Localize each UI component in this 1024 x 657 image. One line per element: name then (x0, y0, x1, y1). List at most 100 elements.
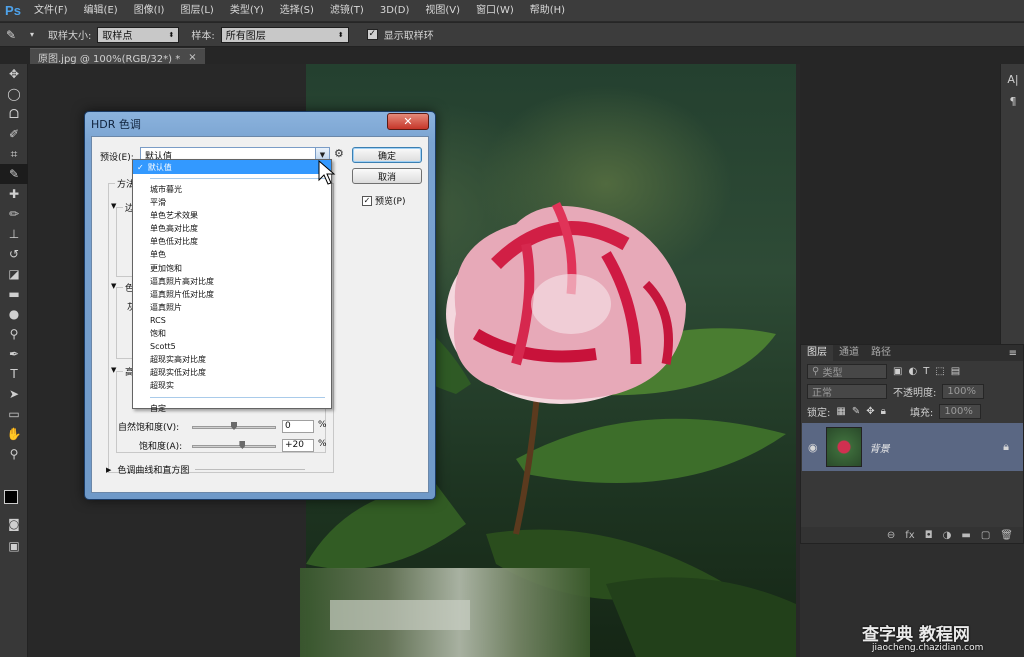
preset-option[interactable]: 单色高对比度 (133, 222, 331, 235)
opacity-field[interactable]: 100% (942, 383, 985, 399)
document-tab[interactable]: 原图.jpg @ 100%(RGB/32*) * × (30, 48, 205, 65)
menu-3d[interactable]: 3D(D) (372, 0, 418, 22)
lock-position-icon[interactable]: ✥ (866, 406, 874, 417)
brush-tool-icon[interactable]: ✏ (0, 204, 28, 224)
fx-icon[interactable]: fx (905, 530, 914, 541)
menu-filter[interactable]: 滤镜(T) (322, 0, 372, 22)
saturation-field[interactable]: +20 (282, 439, 314, 452)
menu-window[interactable]: 窗口(W) (468, 0, 522, 22)
type-tool-icon[interactable]: T (0, 364, 28, 384)
chevron-down-icon[interactable]: ▼ (111, 366, 116, 374)
blend-mode-select[interactable]: 正常 (807, 383, 887, 399)
preset-option[interactable]: 城市暮光 (133, 183, 331, 196)
delete-layer-icon[interactable]: 🗑︎ (1000, 530, 1013, 541)
eyedropper-icon[interactable]: ✎ (6, 28, 24, 42)
layer-row-background[interactable]: ◉ 背景 🔒︎ (802, 423, 1023, 471)
zoom-tool-icon[interactable]: ⚲ (0, 444, 28, 464)
menu-layer[interactable]: 图层(L) (172, 0, 221, 22)
visibility-eye-icon[interactable]: ◉ (808, 441, 818, 454)
ok-button[interactable]: 确定 (352, 147, 422, 163)
preset-option-custom[interactable]: 自定 (133, 402, 331, 415)
preset-option[interactable]: 单色低对比度 (133, 235, 331, 248)
clone-stamp-tool-icon[interactable]: ⊥ (0, 224, 28, 244)
crop-tool-icon[interactable]: ⌗ (0, 144, 28, 164)
tab-paths[interactable]: 路径 (865, 345, 897, 361)
lasso-tool-icon[interactable]: ᗝ (0, 104, 28, 124)
preset-option[interactable]: 超现实高对比度 (133, 353, 331, 366)
preset-option[interactable]: 超现实低对比度 (133, 366, 331, 379)
menu-view[interactable]: 视图(V) (417, 0, 468, 22)
adjustment-layer-icon[interactable]: ◑ (943, 530, 952, 541)
add-mask-icon[interactable]: ◘ (925, 530, 933, 541)
eyedropper-tool-icon[interactable]: ✎ (0, 164, 28, 184)
new-group-icon[interactable]: ▬ (961, 530, 970, 541)
shape-filter-icon[interactable]: ⬚ (935, 366, 944, 377)
preview-checkbox[interactable]: ✓ (362, 195, 372, 206)
preset-option[interactable]: 超现实 (133, 379, 331, 392)
tab-channels[interactable]: 通道 (833, 345, 865, 361)
preset-option-selected[interactable]: ✓ 默认值 (133, 160, 331, 174)
menu-image[interactable]: 图像(I) (126, 0, 173, 22)
preset-option[interactable]: 平滑 (133, 196, 331, 209)
character-panel-icon[interactable]: A| (1001, 68, 1024, 90)
screen-mode-icon[interactable]: ▣ (0, 536, 28, 556)
dodge-tool-icon[interactable]: ⚲ (0, 324, 28, 344)
pen-tool-icon[interactable]: ✒ (0, 344, 28, 364)
preset-option[interactable]: 逼真照片高对比度 (133, 275, 331, 288)
preset-option[interactable]: Scott5 (133, 340, 331, 353)
chevron-right-icon[interactable]: ▶ (106, 466, 111, 474)
preset-option[interactable]: 逼真照片低对比度 (133, 288, 331, 301)
move-tool-icon[interactable]: ✥ (0, 64, 28, 84)
close-button[interactable]: ✕ (387, 113, 429, 130)
fill-field[interactable]: 100% (939, 403, 982, 419)
menu-select[interactable]: 选择(S) (272, 0, 322, 22)
layer-kind-filter[interactable]: ⚲ 类型 (807, 363, 887, 379)
preset-option[interactable]: 更加饱和 (133, 262, 331, 275)
preset-option[interactable]: 单色 (133, 248, 331, 261)
healing-brush-tool-icon[interactable]: ✚ (0, 184, 28, 204)
saturation-track[interactable] (192, 445, 276, 448)
lock-transparent-icon[interactable]: ▦ (836, 406, 845, 417)
pixel-filter-icon[interactable]: ▣ (893, 366, 902, 377)
path-select-tool-icon[interactable]: ➤ (0, 384, 28, 404)
adjustment-filter-icon[interactable]: ◐ (908, 366, 917, 377)
vibrance-field[interactable]: 0 (282, 420, 314, 433)
lock-all-icon[interactable]: 🔒︎ (881, 406, 886, 417)
menu-file[interactable]: 文件(F) (26, 0, 76, 22)
menu-edit[interactable]: 编辑(E) (76, 0, 126, 22)
history-brush-tool-icon[interactable]: ↺ (0, 244, 28, 264)
preset-option[interactable]: 单色艺术效果 (133, 209, 331, 222)
type-filter-icon[interactable]: T (923, 366, 929, 377)
show-ring-checkbox[interactable]: ✓ (366, 29, 378, 40)
chevron-down-icon[interactable]: ▼ (111, 202, 116, 210)
marquee-tool-icon[interactable]: ◯ (0, 84, 28, 104)
cancel-button[interactable]: 取消 (352, 168, 422, 184)
new-layer-icon[interactable]: ▢ (981, 530, 990, 541)
quick-select-tool-icon[interactable]: ✐ (0, 124, 28, 144)
quick-mask-icon[interactable]: ◙ (0, 514, 28, 534)
sample-size-select[interactable]: 取样点 ⬍ (97, 26, 180, 43)
sample-select[interactable]: 所有图层 ⬍ (220, 26, 349, 43)
tool-preset-chevron-icon[interactable]: ▾ (30, 30, 34, 39)
chevron-down-icon[interactable]: ▼ (111, 282, 116, 290)
preset-option[interactable]: 饱和 (133, 327, 331, 340)
panel-menu-icon[interactable]: ≡ (1009, 348, 1023, 359)
toning-curve-row[interactable]: ▶ 色调曲线和直方图 (106, 463, 306, 476)
paragraph-panel-icon[interactable]: ¶ (1001, 90, 1024, 112)
preview-option[interactable]: ✓ 预览(P) (362, 194, 405, 207)
tab-layers[interactable]: 图层 (801, 345, 833, 361)
close-tab-icon[interactable]: × (188, 52, 196, 63)
foreground-color-swatch[interactable] (4, 490, 18, 504)
menu-help[interactable]: 帮助(H) (522, 0, 573, 22)
lock-pixels-icon[interactable]: ✎ (852, 406, 860, 417)
blur-tool-icon[interactable]: ● (0, 304, 28, 324)
hand-tool-icon[interactable]: ✋ (0, 424, 28, 444)
eraser-tool-icon[interactable]: ◪ (0, 264, 28, 284)
preset-option[interactable]: 逼真照片 (133, 301, 331, 314)
gear-icon[interactable]: ⚙ (334, 147, 344, 160)
shape-tool-icon[interactable]: ▭ (0, 404, 28, 424)
preset-option[interactable]: RCS (133, 314, 331, 327)
layer-name[interactable]: 背景 (870, 440, 890, 455)
link-layers-icon[interactable]: ⊖ (887, 530, 895, 541)
gradient-tool-icon[interactable]: ▬ (0, 284, 28, 304)
